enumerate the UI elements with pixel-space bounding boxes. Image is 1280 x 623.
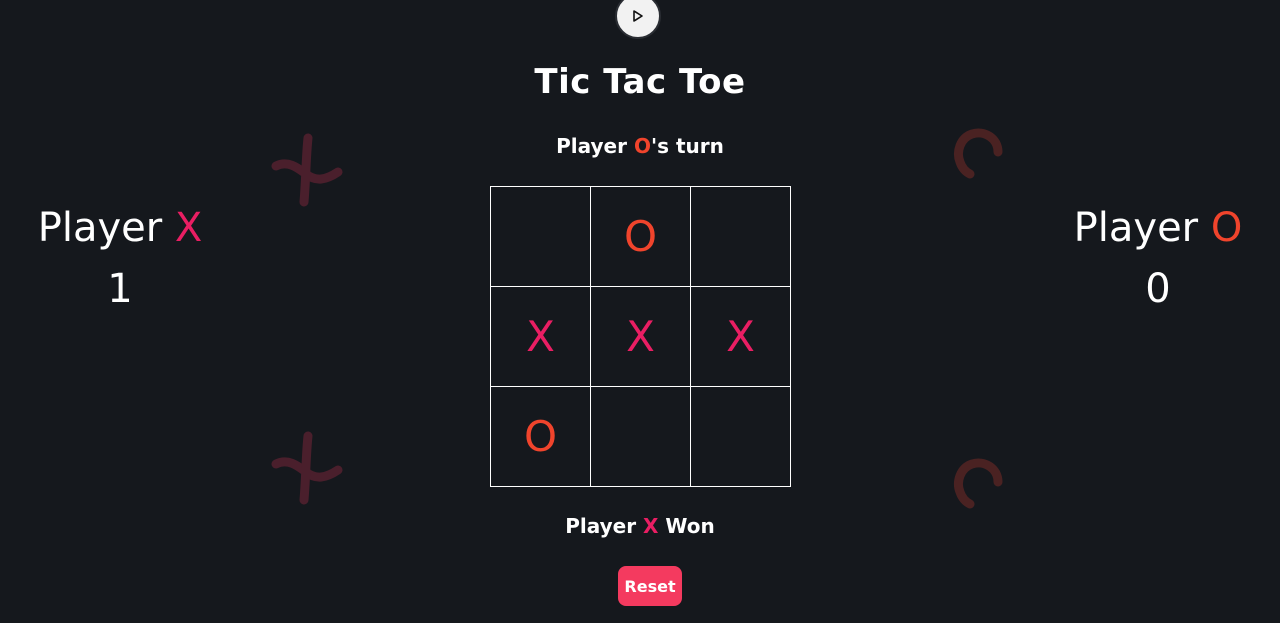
- board-cell[interactable]: X: [590, 286, 691, 387]
- board-cell[interactable]: X: [690, 286, 791, 387]
- board-cell[interactable]: [690, 386, 791, 487]
- play-button[interactable]: [615, 0, 661, 39]
- turn-suffix: 's turn: [650, 134, 724, 158]
- o-decoration-icon: [954, 458, 1003, 509]
- turn-mark: O: [633, 134, 651, 158]
- x-decoration-icon: [271, 431, 343, 505]
- score-mark-x: X: [174, 205, 203, 251]
- score-mark-o: O: [1210, 205, 1243, 251]
- result-prefix: Player: [565, 514, 644, 538]
- board-cell[interactable]: X: [490, 286, 591, 387]
- score-value-x: 1: [107, 266, 133, 312]
- play-icon: [633, 10, 643, 22]
- reset-button[interactable]: Reset: [618, 566, 682, 606]
- board-cell[interactable]: O: [490, 386, 591, 487]
- turn-indicator: Player O's turn: [0, 134, 1280, 158]
- score-label-o: Player O: [1038, 200, 1278, 256]
- score-label-x: Player X: [0, 200, 240, 256]
- game-page: Tic Tac Toe Player O's turn Player X 1 P…: [0, 0, 1280, 623]
- result-message: Player X Won: [0, 514, 1280, 538]
- score-label-text: Player: [1073, 205, 1211, 251]
- board-cell[interactable]: [690, 186, 791, 287]
- score-player-o: Player O 0: [1038, 200, 1278, 322]
- board-cell[interactable]: O: [590, 186, 691, 287]
- score-label-text: Player: [37, 205, 175, 251]
- board-cell[interactable]: [590, 386, 691, 487]
- board-cell[interactable]: [490, 186, 591, 287]
- result-mark: X: [643, 514, 659, 538]
- score-player-x: Player X 1: [0, 200, 240, 322]
- page-title: Tic Tac Toe: [534, 62, 746, 102]
- result-suffix: Won: [658, 514, 715, 538]
- game-board: O X X X O: [490, 186, 791, 487]
- score-value-o: 0: [1145, 266, 1171, 312]
- turn-prefix: Player: [556, 134, 634, 158]
